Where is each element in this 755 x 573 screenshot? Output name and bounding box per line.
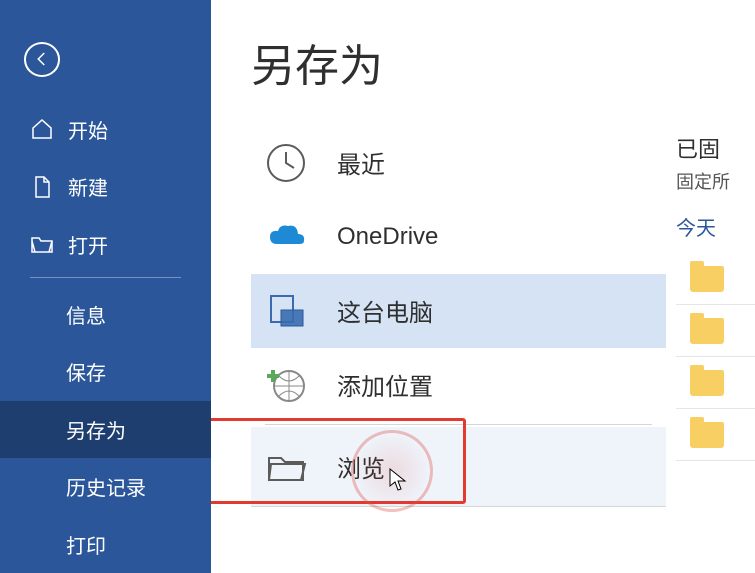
- folder-row[interactable]: [676, 357, 755, 409]
- sidebar-item-label: 开始: [68, 115, 108, 144]
- pinned-subtext: 固定所: [676, 168, 755, 194]
- add-place-icon: [265, 364, 307, 406]
- location-label: 这台电脑: [337, 293, 433, 328]
- sidebar-item-label: 信息: [66, 300, 106, 329]
- location-browse[interactable]: 浏览: [251, 427, 666, 507]
- arrow-left-icon: [33, 50, 51, 68]
- pc-icon: [265, 290, 307, 332]
- sidebar-item-save[interactable]: 保存: [0, 343, 211, 400]
- sidebar-item-saveas[interactable]: 另存为: [0, 401, 211, 458]
- folder-icon: [265, 446, 307, 488]
- backstage-sidebar: 开始 新建 打开 信息 保存 另存为 历史记录 打印: [0, 0, 211, 573]
- location-label: 最近: [337, 145, 385, 180]
- sidebar-item-label: 新建: [68, 172, 108, 201]
- right-panel: 已固 固定所 今天: [676, 126, 755, 573]
- folder-icon: [690, 370, 724, 396]
- folder-row[interactable]: [676, 305, 755, 357]
- back-button[interactable]: [24, 42, 60, 77]
- sidebar-item-info[interactable]: 信息: [0, 286, 211, 343]
- sidebar-item-new[interactable]: 新建: [0, 158, 211, 215]
- sidebar-item-home[interactable]: 开始: [0, 101, 211, 158]
- location-divider: [265, 424, 652, 425]
- new-file-icon: [30, 175, 54, 199]
- sidebar-divider: [30, 277, 181, 278]
- app-root: 开始 新建 打开 信息 保存 另存为 历史记录 打印: [0, 0, 755, 573]
- folder-icon: [690, 318, 724, 344]
- location-list: 最近 OneDrive 这台电脑: [251, 126, 666, 573]
- location-label: 浏览: [337, 449, 385, 484]
- location-label: OneDrive: [337, 223, 438, 251]
- home-icon: [30, 117, 54, 141]
- sidebar-item-history[interactable]: 历史记录: [0, 458, 211, 515]
- sidebar-item-open[interactable]: 打开: [0, 215, 211, 272]
- clock-icon: [265, 142, 307, 184]
- sidebar-item-label: 历史记录: [66, 472, 146, 501]
- location-onedrive[interactable]: OneDrive: [251, 200, 666, 274]
- onedrive-icon: [265, 216, 307, 258]
- location-add-place[interactable]: 添加位置: [251, 348, 666, 422]
- page-title: 另存为: [251, 30, 755, 94]
- sidebar-item-label: 保存: [66, 357, 106, 386]
- location-label: 添加位置: [337, 367, 433, 402]
- pinned-heading: 已固: [676, 132, 755, 164]
- folder-icon: [690, 422, 724, 448]
- sidebar-item-label: 打开: [68, 230, 108, 259]
- sidebar-item-label: 打印: [66, 530, 106, 559]
- open-folder-icon: [30, 232, 54, 256]
- folder-row[interactable]: [676, 253, 755, 305]
- content-columns: 最近 OneDrive 这台电脑: [251, 126, 755, 573]
- sidebar-item-label: 另存为: [66, 415, 126, 444]
- folder-row[interactable]: [676, 409, 755, 461]
- location-recent[interactable]: 最近: [251, 126, 666, 200]
- location-this-pc[interactable]: 这台电脑: [251, 274, 666, 348]
- main-content: 另存为 最近 OneDrive: [211, 0, 755, 573]
- today-heading: 今天: [676, 212, 755, 241]
- folder-icon: [690, 266, 724, 292]
- sidebar-item-print[interactable]: 打印: [0, 516, 211, 573]
